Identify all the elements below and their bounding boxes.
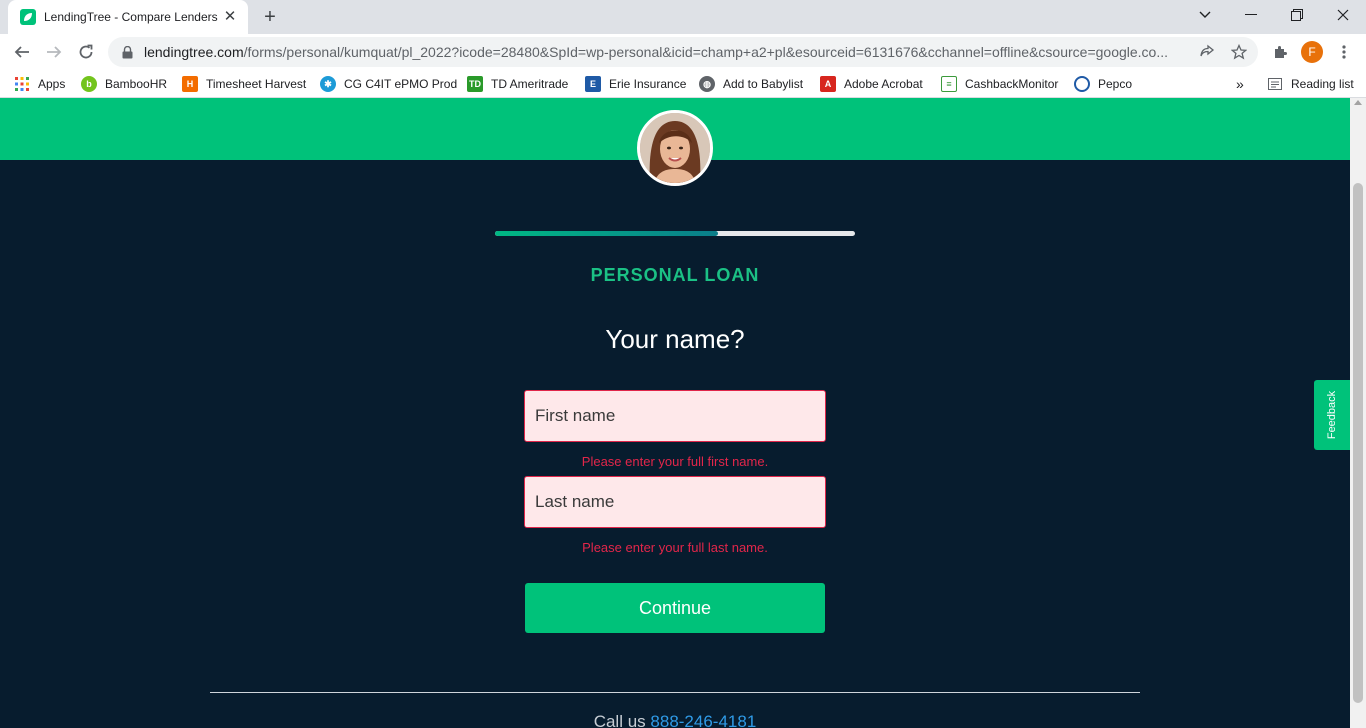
bookmark-label: BambooHR	[105, 77, 168, 91]
last-name-input[interactable]	[524, 476, 826, 528]
bamboohr-icon: b	[81, 76, 97, 92]
bookmarks-overflow-chevron-icon[interactable]: »	[1236, 75, 1244, 93]
close-window-icon[interactable]	[1320, 0, 1366, 30]
profile-avatar[interactable]: F	[1301, 41, 1323, 63]
question-title: Your name?	[605, 324, 745, 354]
tab-strip: LendingTree - Compare Lenders ✕ +	[0, 0, 1366, 34]
bookmark-cashbackmonitor[interactable]: ≡ CashbackMonitor	[941, 75, 1058, 93]
loan-type-heading: PERSONAL LOAN	[590, 265, 760, 285]
globe-icon: ◍	[699, 76, 715, 92]
continue-button[interactable]: Continue	[525, 583, 825, 633]
bookmark-bamboohr[interactable]: b BambooHR	[81, 75, 167, 93]
lendingtree-leaf-icon	[20, 9, 36, 25]
acrobat-icon: A	[820, 76, 836, 92]
tab-close-icon[interactable]: ✕	[222, 9, 238, 25]
footer-divider	[210, 692, 1140, 693]
bookmark-td-ameritrade[interactable]: TD TD Ameritrade	[467, 75, 568, 93]
reading-list-icon	[1267, 76, 1283, 92]
bookmark-label: Timesheet Harvest	[206, 77, 307, 91]
url-text[interactable]: lendingtree.com/forms/personal/kumquat/p…	[144, 44, 1184, 60]
tab-search-chevron-icon[interactable]	[1182, 0, 1228, 30]
minimize-icon[interactable]	[1228, 0, 1274, 30]
bookmark-babylist[interactable]: ◍ Add to Babylist	[699, 75, 803, 93]
browser-tab[interactable]: LendingTree - Compare Lenders ✕	[8, 0, 248, 34]
last-name-error: Please enter your full last name.	[582, 540, 768, 555]
bookmark-pepco[interactable]: Pepco	[1074, 75, 1132, 93]
forward-arrow-icon[interactable]	[40, 38, 68, 66]
scrollbar-thumb[interactable]	[1353, 183, 1363, 703]
scroll-up-arrow-icon[interactable]	[1354, 100, 1362, 105]
lock-icon[interactable]	[120, 45, 134, 59]
extensions-puzzle-icon[interactable]	[1270, 42, 1290, 62]
page-scrollbar[interactable]	[1350, 98, 1366, 728]
new-tab-icon[interactable]: +	[258, 5, 282, 29]
pepco-icon	[1074, 76, 1090, 92]
bookmark-label: Erie Insurance	[609, 77, 687, 91]
bookmark-label: Adobe Acrobat	[844, 77, 923, 91]
erie-icon: E	[585, 76, 601, 92]
call-us-line: Call us 888-246-4181	[0, 712, 1350, 728]
bookmark-label: Add to Babylist	[723, 77, 804, 91]
bookmark-label: CG C4IT ePMO Prod	[344, 77, 458, 91]
bookmark-label: CashbackMonitor	[965, 77, 1059, 91]
bookmarks-bar: Apps b BambooHR H Timesheet Harvest ✱ CG…	[0, 70, 1366, 98]
bookmark-cg-c4it[interactable]: ✱ CG C4IT ePMO Prod	[320, 75, 457, 93]
page-content: PERSONAL LOAN Your name? Please enter yo…	[0, 98, 1350, 728]
more-menu-icon[interactable]	[1334, 42, 1354, 62]
call-us-label: Call us	[593, 712, 646, 728]
feedback-tab[interactable]: Feedback	[1314, 380, 1350, 450]
url-host: lendingtree.com	[144, 44, 244, 60]
form-progress-bar	[495, 231, 855, 236]
browser-toolbar: lendingtree.com/forms/personal/kumquat/p…	[0, 34, 1366, 70]
td-icon: TD	[467, 76, 483, 92]
bookmark-erie-insurance[interactable]: E Erie Insurance	[585, 75, 686, 93]
share-icon[interactable]	[1198, 43, 1216, 61]
first-name-input[interactable]	[524, 390, 826, 442]
bookmark-label: TD Ameritrade	[491, 77, 569, 91]
bookmark-star-icon[interactable]	[1230, 43, 1248, 61]
form-progress-fill	[495, 231, 719, 236]
restore-icon[interactable]	[1274, 0, 1320, 30]
bookmark-timesheet-harvest[interactable]: H Timesheet Harvest	[182, 75, 306, 93]
reload-icon[interactable]	[72, 38, 100, 66]
bookmark-label: Apps	[38, 77, 66, 91]
url-path: /forms/personal/kumquat/pl_2022?icode=28…	[243, 44, 1169, 60]
harvest-icon: H	[182, 76, 198, 92]
address-bar[interactable]: lendingtree.com/forms/personal/kumquat/p…	[108, 37, 1258, 67]
phone-link[interactable]: 888-246-4181	[650, 712, 756, 728]
back-arrow-icon[interactable]	[8, 38, 36, 66]
reading-list-label: Reading list	[1291, 77, 1354, 91]
reading-list-button[interactable]: Reading list	[1267, 75, 1354, 93]
c4it-icon: ✱	[320, 76, 336, 92]
advisor-avatar	[637, 110, 713, 186]
feedback-label: Feedback	[1326, 390, 1338, 440]
cashback-icon: ≡	[941, 76, 957, 92]
bookmark-apps[interactable]: Apps	[14, 75, 65, 93]
bookmark-label: Pepco	[1098, 77, 1133, 91]
bookmark-adobe-acrobat[interactable]: A Adobe Acrobat	[820, 75, 923, 93]
first-name-error: Please enter your full first name.	[581, 454, 769, 469]
tab-title: LendingTree - Compare Lenders	[44, 10, 218, 24]
apps-grid-icon	[14, 76, 30, 92]
